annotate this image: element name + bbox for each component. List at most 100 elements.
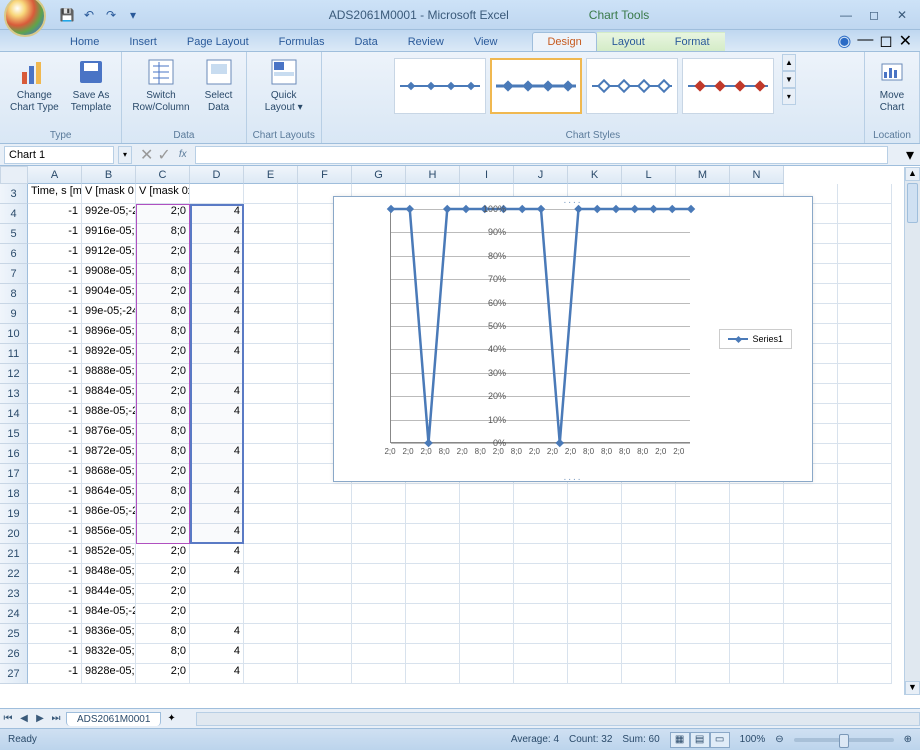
tab-format[interactable]: Format xyxy=(660,32,725,51)
cell[interactable]: -1 xyxy=(28,284,82,304)
cell[interactable]: 9832e-05; xyxy=(82,644,136,664)
cell[interactable] xyxy=(244,444,298,464)
view-normal-icon[interactable]: ▦ xyxy=(670,732,690,748)
cell[interactable] xyxy=(244,644,298,664)
formula-input[interactable] xyxy=(195,146,888,164)
row-header[interactable]: 11 xyxy=(0,344,28,364)
cell[interactable] xyxy=(298,664,352,684)
cell[interactable] xyxy=(622,624,676,644)
cell[interactable] xyxy=(676,524,730,544)
cell[interactable] xyxy=(838,304,892,324)
sheet-tab[interactable]: ADS2061M0001 xyxy=(66,712,161,726)
tab-view[interactable]: View xyxy=(459,32,513,51)
cell[interactable] xyxy=(352,564,406,584)
cell[interactable] xyxy=(190,464,244,484)
column-header[interactable]: K xyxy=(568,166,622,184)
cell[interactable] xyxy=(244,544,298,564)
fx-icon[interactable]: fx xyxy=(179,149,187,160)
embedded-chart[interactable]: 2;02;02;08;02;08;02;08;02;02;02;08;08;08… xyxy=(333,196,813,482)
cell[interactable] xyxy=(730,524,784,544)
cell[interactable]: 2;0 xyxy=(136,364,190,384)
cell[interactable] xyxy=(460,564,514,584)
cell[interactable] xyxy=(838,404,892,424)
tab-design[interactable]: Design xyxy=(532,32,596,51)
tab-layout[interactable]: Layout xyxy=(597,32,660,51)
qat-dropdown-icon[interactable]: ▾ xyxy=(124,6,142,24)
cell[interactable]: 9868e-05; xyxy=(82,464,136,484)
cell[interactable] xyxy=(352,524,406,544)
cell[interactable] xyxy=(838,324,892,344)
cell[interactable] xyxy=(784,604,838,624)
name-box-dropdown[interactable]: ▾ xyxy=(118,146,132,164)
column-header[interactable]: F xyxy=(298,166,352,184)
cell[interactable] xyxy=(676,544,730,564)
cell[interactable] xyxy=(838,464,892,484)
cell[interactable] xyxy=(352,664,406,684)
row-header[interactable]: 3 xyxy=(0,184,28,204)
cell[interactable] xyxy=(676,484,730,504)
tab-data[interactable]: Data xyxy=(339,32,392,51)
cell[interactable]: 8;0 xyxy=(136,444,190,464)
row-header[interactable]: 19 xyxy=(0,504,28,524)
column-header[interactable]: D xyxy=(190,166,244,184)
cell[interactable]: 2;0 xyxy=(136,544,190,564)
cell[interactable] xyxy=(622,504,676,524)
cell[interactable] xyxy=(568,504,622,524)
sheet-first-icon[interactable]: ⏮ xyxy=(0,713,16,724)
cell[interactable] xyxy=(784,544,838,564)
cell[interactable]: 9904e-05; xyxy=(82,284,136,304)
name-box[interactable]: Chart 1 xyxy=(4,146,114,164)
cell[interactable] xyxy=(244,224,298,244)
cell[interactable] xyxy=(838,244,892,264)
cell[interactable]: 8;0 xyxy=(136,224,190,244)
cell[interactable] xyxy=(244,524,298,544)
cell[interactable]: -1 xyxy=(28,404,82,424)
cell[interactable] xyxy=(730,504,784,524)
cell[interactable] xyxy=(244,464,298,484)
row-header[interactable]: 6 xyxy=(0,244,28,264)
cell[interactable] xyxy=(622,584,676,604)
cell[interactable]: 2;0 xyxy=(136,344,190,364)
cell[interactable] xyxy=(676,564,730,584)
cell[interactable]: 4 xyxy=(190,444,244,464)
cell[interactable] xyxy=(244,284,298,304)
close-workbook-icon[interactable]: ✕ xyxy=(899,31,912,51)
row-header[interactable]: 5 xyxy=(0,224,28,244)
chart-style-1[interactable] xyxy=(394,58,486,114)
cell[interactable] xyxy=(352,604,406,624)
cell[interactable] xyxy=(838,204,892,224)
cell[interactable] xyxy=(244,504,298,524)
cell[interactable]: -1 xyxy=(28,464,82,484)
column-header[interactable]: A xyxy=(28,166,82,184)
cell[interactable] xyxy=(190,604,244,624)
row-header[interactable]: 15 xyxy=(0,424,28,444)
cell[interactable] xyxy=(838,384,892,404)
cell[interactable]: 9872e-05; xyxy=(82,444,136,464)
cell[interactable]: 8;0 xyxy=(136,404,190,424)
column-header[interactable]: H xyxy=(406,166,460,184)
cell[interactable] xyxy=(406,584,460,604)
gallery-down-icon[interactable]: ▼ xyxy=(782,71,796,88)
cell[interactable] xyxy=(514,484,568,504)
cell[interactable] xyxy=(298,624,352,644)
cell[interactable] xyxy=(838,224,892,244)
cell[interactable]: 4 xyxy=(190,264,244,284)
cell[interactable] xyxy=(568,624,622,644)
cell[interactable] xyxy=(568,564,622,584)
gallery-up-icon[interactable]: ▲ xyxy=(782,54,796,71)
cell[interactable] xyxy=(244,324,298,344)
vertical-scrollbar[interactable]: ▲ ▼ xyxy=(904,167,920,695)
cell[interactable] xyxy=(406,524,460,544)
zoom-level[interactable]: 100% xyxy=(740,734,766,745)
cell[interactable]: 4 xyxy=(190,384,244,404)
cell[interactable] xyxy=(352,484,406,504)
cell[interactable]: -1 xyxy=(28,344,82,364)
cell[interactable] xyxy=(298,564,352,584)
cell[interactable] xyxy=(460,484,514,504)
maximize-button[interactable]: ◻ xyxy=(864,6,884,24)
column-header[interactable]: E xyxy=(244,166,298,184)
cell[interactable]: 9848e-05; xyxy=(82,564,136,584)
column-header[interactable]: N xyxy=(730,166,784,184)
cell[interactable]: 9888e-05; xyxy=(82,364,136,384)
cell[interactable] xyxy=(406,484,460,504)
